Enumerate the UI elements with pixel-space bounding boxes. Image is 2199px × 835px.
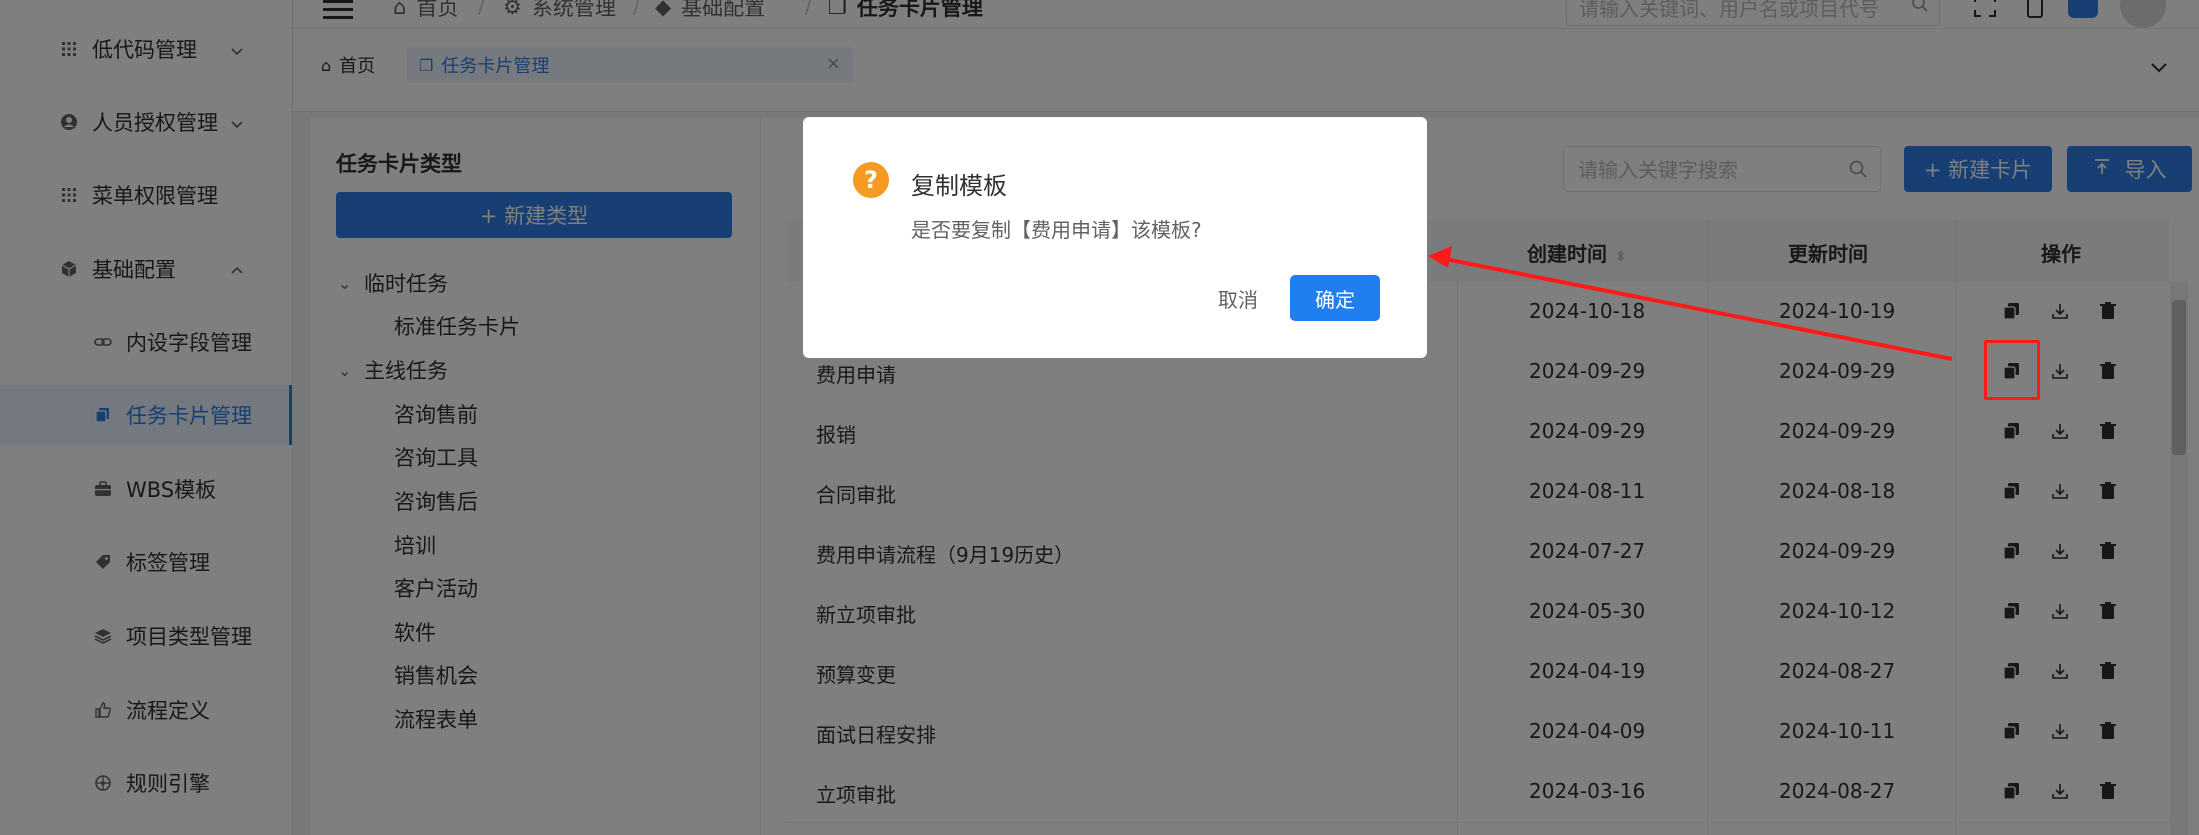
dialog-title: 复制模板: [911, 172, 1007, 200]
question-icon: ?: [853, 162, 889, 198]
copy-template-dialog: ? 复制模板 是否要复制【费用申请】该模板? 取消 确定: [803, 117, 1427, 358]
dialog-message: 是否要复制【费用申请】该模板?: [911, 218, 1202, 242]
highlight-box: [1984, 340, 2040, 400]
cancel-button[interactable]: 取消: [1193, 275, 1283, 321]
confirm-button[interactable]: 确定: [1290, 275, 1380, 321]
